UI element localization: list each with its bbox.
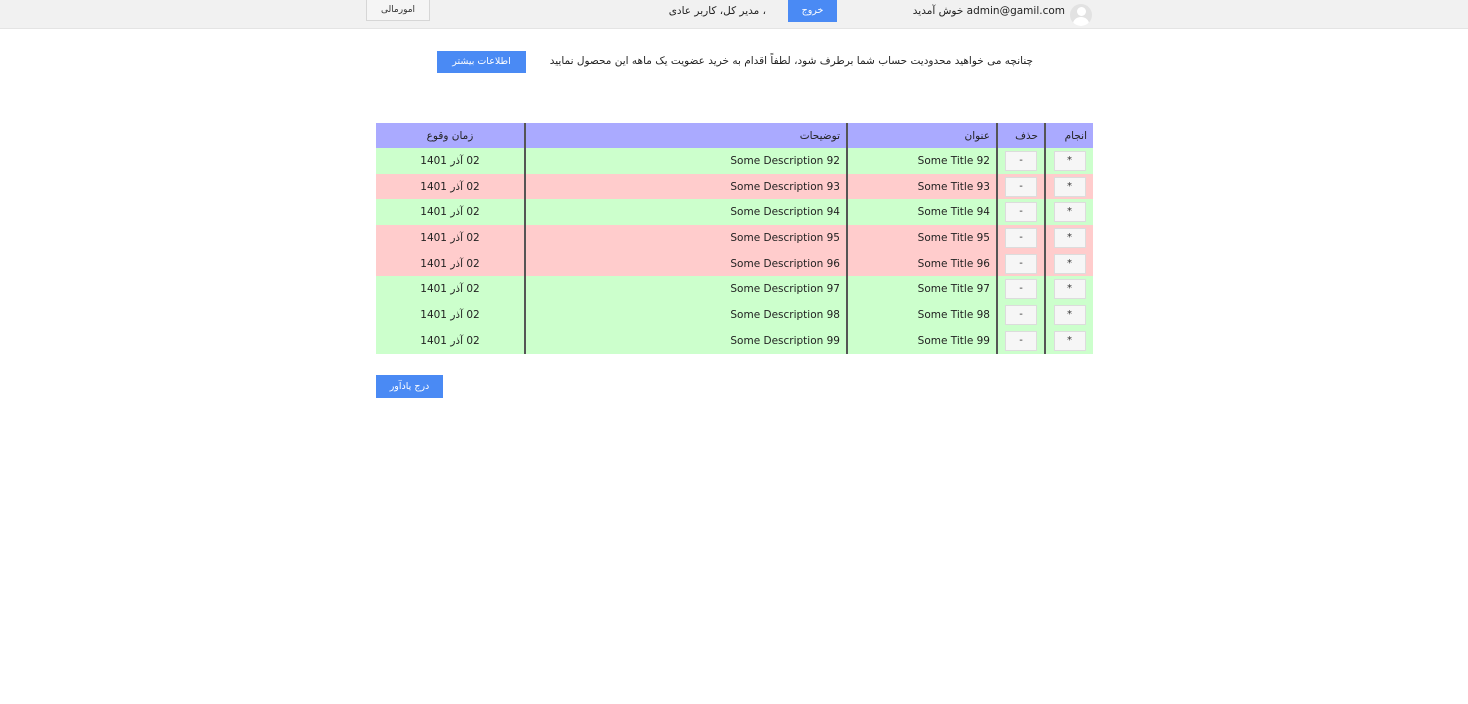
- time-cell: 02 آذر 1401: [376, 327, 525, 354]
- table-row: * - Some Title 96 Some Description 96 02 آذر…: [376, 250, 1093, 277]
- avatar-head: [1076, 7, 1086, 16]
- done-button[interactable]: *: [1053, 279, 1086, 300]
- description-cell: Some Description 96: [524, 250, 847, 277]
- more-info-button[interactable]: اطلاعات بیشتر: [437, 51, 526, 73]
- delete-cell: -: [996, 199, 1045, 226]
- delete-cell: -: [996, 302, 1045, 328]
- top-bar: امورمالی ، مدیر کل، کاربر عادی خروج admi…: [0, 0, 1468, 29]
- done-cell: *: [1044, 173, 1093, 200]
- header-done: انجام: [1044, 123, 1093, 148]
- description-cell: Some Description 95: [524, 225, 847, 251]
- time-cell: 02 آذر 1401: [376, 225, 525, 251]
- time-cell: 02 آذر 1401: [376, 173, 525, 200]
- delete-button[interactable]: -: [1005, 253, 1037, 274]
- avatar-shoulders: [1073, 17, 1089, 26]
- done-button[interactable]: *: [1053, 150, 1086, 171]
- time-value: 02 آذر 1401: [420, 206, 480, 219]
- table-row: * - Some Title 92 Some Description 92 02 آذر…: [376, 148, 1093, 174]
- user-email: admin@gamil.com: [966, 5, 1065, 17]
- done-button[interactable]: *: [1053, 202, 1086, 223]
- delete-cell: -: [996, 327, 1045, 354]
- finance-button[interactable]: امورمالی: [366, 0, 430, 21]
- description-cell: Some Description 99: [524, 327, 847, 354]
- done-cell: *: [1044, 276, 1093, 303]
- user-avatar-icon[interactable]: [1070, 4, 1092, 26]
- header-time: زمان وقوع: [376, 123, 525, 148]
- time-cell: 02 آذر 1401: [376, 199, 525, 226]
- delete-cell: -: [996, 173, 1045, 200]
- done-button[interactable]: *: [1053, 330, 1086, 351]
- delete-button[interactable]: -: [1005, 202, 1037, 223]
- time-value: 02 آذر 1401: [420, 180, 480, 193]
- table-row: * - Some Title 94 Some Description 94 02 آذر…: [376, 199, 1093, 226]
- table-body: * - Some Title 92 Some Description 92 02 آذر…: [376, 148, 1093, 354]
- time-cell: 02 آذر 1401: [376, 276, 525, 303]
- done-cell: *: [1044, 148, 1093, 174]
- title-cell: Some Title 95: [846, 225, 997, 251]
- title-cell: Some Title 94: [846, 199, 997, 226]
- table-row: * - Some Title 97 Some Description 97 02 آذر…: [376, 276, 1093, 303]
- done-cell: *: [1044, 225, 1093, 251]
- done-cell: *: [1044, 250, 1093, 277]
- done-cell: *: [1044, 302, 1093, 328]
- done-button[interactable]: *: [1053, 304, 1086, 325]
- table-header-row: انجام حذف عنوان توضیحات زمان وقوع: [376, 123, 1093, 148]
- title-cell: Some Title 97: [846, 276, 997, 303]
- time-cell: 02 آذر 1401: [376, 302, 525, 328]
- title-cell: Some Title 96: [846, 250, 997, 277]
- delete-button[interactable]: -: [1005, 279, 1037, 300]
- description-cell: Some Description 98: [524, 302, 847, 328]
- table-row: * - Some Title 98 Some Description 98 02 آذر…: [376, 302, 1093, 328]
- user-roles: ، مدیر کل، کاربر عادی: [668, 5, 766, 17]
- time-value: 02 آذر 1401: [420, 308, 480, 321]
- description-cell: Some Description 97: [524, 276, 847, 303]
- title-cell: Some Title 92: [846, 148, 997, 174]
- done-button[interactable]: *: [1053, 253, 1086, 274]
- welcome-message: admin@gamil.com خوش آمدید: [880, 5, 1065, 17]
- delete-button[interactable]: -: [1005, 150, 1037, 171]
- time-cell: 02 آذر 1401: [376, 148, 525, 174]
- reminders-table: انجام حذف عنوان توضیحات زمان وقوع * - Some…: [376, 123, 1093, 354]
- welcome-text: خوش آمدید: [912, 5, 964, 17]
- done-cell: *: [1044, 199, 1093, 226]
- header-description: توضیحات: [524, 123, 847, 148]
- header-title: عنوان: [846, 123, 997, 148]
- delete-cell: -: [996, 250, 1045, 277]
- delete-cell: -: [996, 148, 1045, 174]
- title-cell: Some Title 98: [846, 302, 997, 328]
- time-value: 02 آذر 1401: [420, 334, 480, 347]
- time-value: 02 آذر 1401: [420, 154, 480, 167]
- title-cell: Some Title 99: [846, 327, 997, 354]
- done-cell: *: [1044, 327, 1093, 354]
- time-value: 02 آذر 1401: [420, 257, 480, 270]
- delete-cell: -: [996, 225, 1045, 251]
- table-row: * - Some Title 93 Some Description 93 02 آذر…: [376, 173, 1093, 200]
- header-delete: حذف: [996, 123, 1045, 148]
- delete-cell: -: [996, 276, 1045, 303]
- delete-button[interactable]: -: [1005, 227, 1037, 248]
- table-row: * - Some Title 99 Some Description 99 02 آذر…: [376, 327, 1093, 354]
- description-cell: Some Description 94: [524, 199, 847, 226]
- table-row: * - Some Title 95 Some Description 95 02 آذر…: [376, 225, 1093, 251]
- membership-notice: چنانچه می خواهید محدودیت حساب شما برطرف …: [549, 55, 1033, 67]
- time-value: 02 آذر 1401: [420, 283, 480, 296]
- delete-button[interactable]: -: [1005, 330, 1037, 351]
- title-cell: Some Title 93: [846, 173, 997, 200]
- delete-button[interactable]: -: [1005, 176, 1037, 197]
- time-cell: 02 آذر 1401: [376, 250, 525, 277]
- logout-button[interactable]: خروج: [788, 0, 837, 22]
- done-button[interactable]: *: [1053, 176, 1086, 197]
- time-value: 02 آذر 1401: [420, 231, 480, 244]
- add-reminder-button[interactable]: درج یادآور: [376, 375, 443, 398]
- delete-button[interactable]: -: [1005, 304, 1037, 325]
- description-cell: Some Description 92: [524, 148, 847, 174]
- done-button[interactable]: *: [1053, 227, 1086, 248]
- description-cell: Some Description 93: [524, 173, 847, 200]
